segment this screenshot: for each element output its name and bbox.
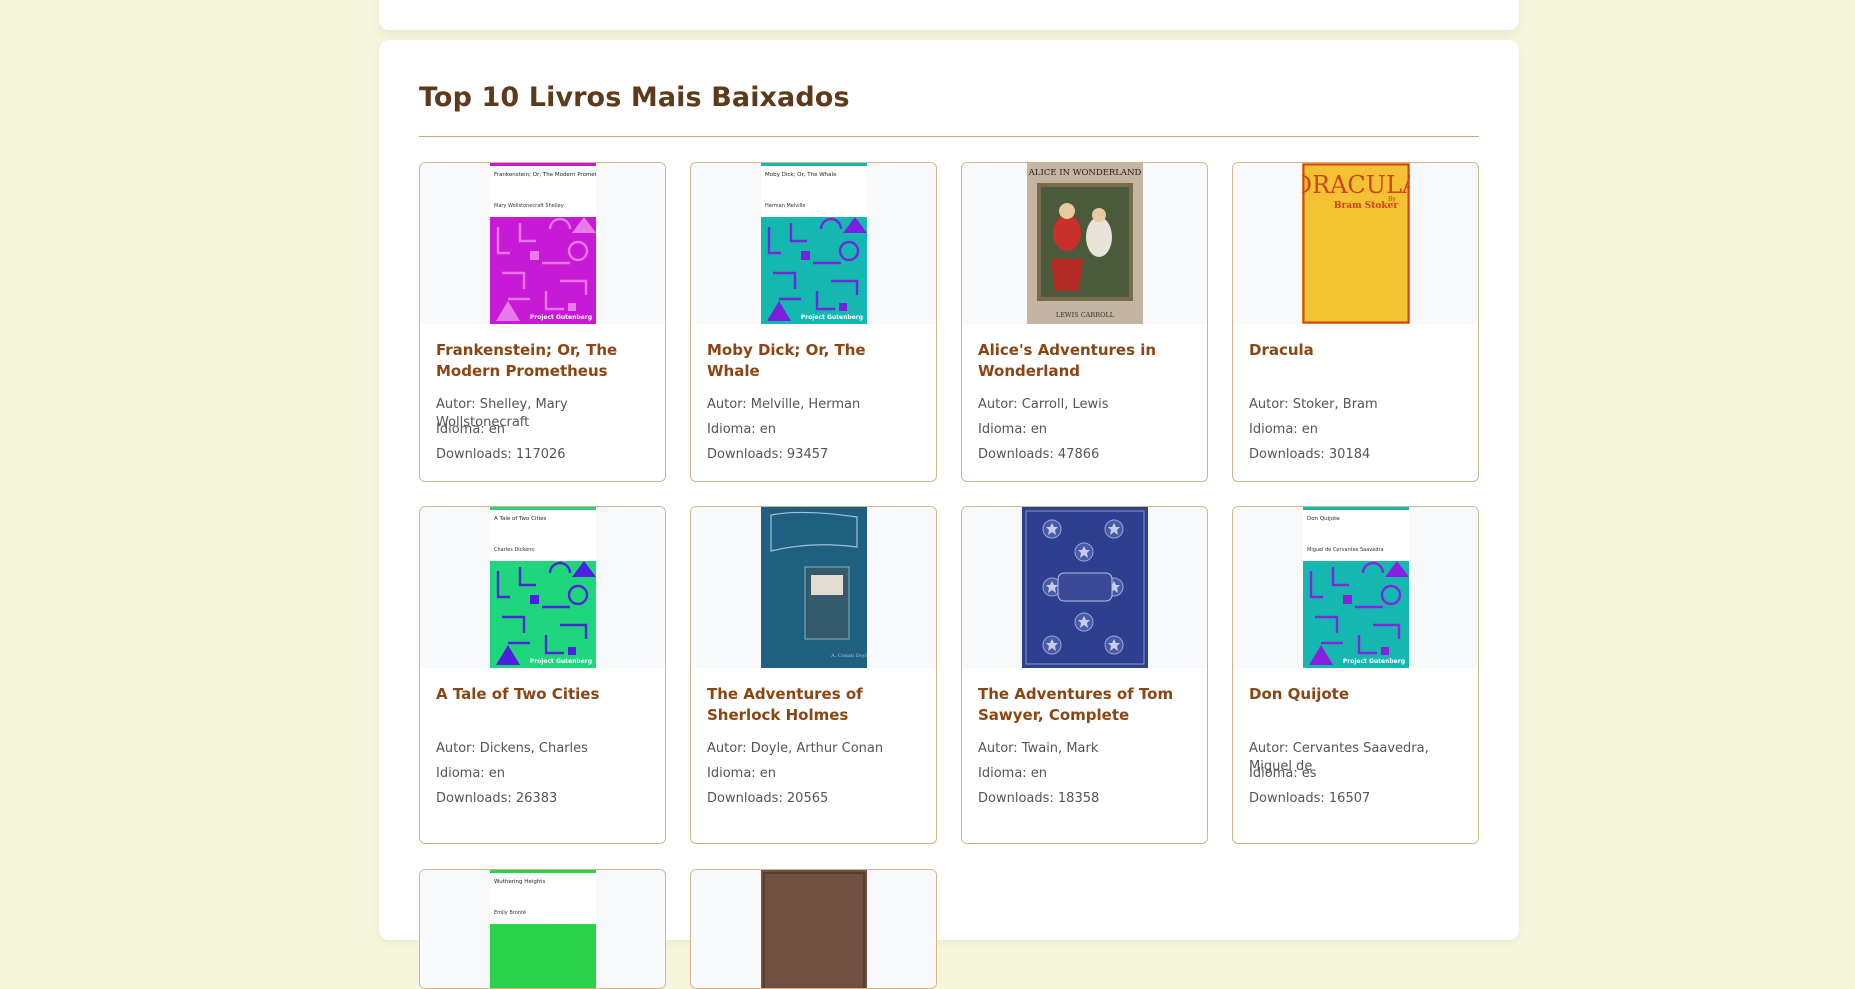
svg-text:Charles Dickens: Charles Dickens — [494, 547, 534, 553]
book-card[interactable]: Frankenstein; Or, The Modern Prometheus M… — [419, 162, 666, 482]
book-card[interactable]: The Adventures of Tom Sawyer, Complete Au… — [961, 506, 1208, 844]
book-card[interactable]: A Tale of Two Cities Charles Dickens Proje… — [419, 506, 666, 844]
book-title[interactable]: Don Quijote — [1249, 684, 1464, 705]
book-card[interactable]: ALICE IN WONDERLAND LEWIS CARROLL Alice's … — [961, 162, 1208, 482]
book-title[interactable]: Frankenstein; Or, The Modern Prometheus — [436, 340, 651, 382]
svg-text:Emily Brontë: Emily Brontë — [494, 910, 526, 916]
book-language: Idioma: en — [436, 422, 506, 437]
book-card[interactable]: Wuthering Heights Emily Brontë — [419, 869, 666, 989]
book-downloads: Downloads: 18358 — [978, 791, 1100, 806]
book-cover-image[interactable] — [760, 870, 867, 988]
svg-text:DRACULA: DRACULA — [1302, 171, 1410, 199]
book-language: Idioma: es — [1249, 766, 1317, 781]
book-language: Idioma: en — [978, 422, 1048, 437]
book-cover-image[interactable]: ALICE IN WONDERLAND LEWIS CARROLL — [1026, 163, 1143, 324]
book-card[interactable]: Don Quijote Miguel de Cervantes Saavedra P… — [1232, 506, 1479, 844]
book-card[interactable]: DRACULAByBram Stoker Dracula Autor: Stoker… — [1232, 162, 1479, 482]
book-cover-area: Moby Dick; Or, The Whale Herman Melville P… — [691, 163, 936, 324]
book-cover-area: DRACULAByBram Stoker — [1233, 163, 1478, 324]
book-title[interactable]: The Adventures of Sherlock Holmes — [707, 684, 922, 726]
svg-text:A. Conan Doyle: A. Conan Doyle — [830, 653, 867, 659]
svg-text:Wuthering Heights: Wuthering Heights — [494, 879, 545, 885]
book-downloads: Downloads: 47866 — [978, 447, 1100, 462]
book-cover-area: ALICE IN WONDERLAND LEWIS CARROLL — [962, 163, 1207, 324]
book-downloads: Downloads: 16507 — [1249, 791, 1371, 806]
book-downloads: Downloads: 117026 — [436, 447, 566, 462]
book-title[interactable]: Dracula — [1249, 340, 1464, 361]
book-author: Autor: Stoker, Bram — [1249, 397, 1378, 412]
book-cover-image[interactable]: Don Quijote Miguel de Cervantes Saavedra P… — [1302, 507, 1409, 668]
book-title[interactable]: Moby Dick; Or, The Whale — [707, 340, 922, 382]
book-cover-image[interactable]: A. Conan Doyle — [760, 507, 867, 668]
book-cover-area: A Tale of Two Cities Charles Dickens Proje… — [420, 507, 665, 668]
book-language: Idioma: en — [436, 766, 506, 781]
book-language: Idioma: en — [1249, 422, 1319, 437]
svg-text:Mary Wollstonecraft Shelley: Mary Wollstonecraft Shelley — [494, 203, 564, 209]
book-card[interactable]: Moby Dick; Or, The Whale Herman Melville P… — [690, 162, 937, 482]
book-author: Autor: Dickens, Charles — [436, 741, 588, 756]
book-cover-area: Frankenstein; Or, The Modern Prometheus M… — [420, 163, 665, 324]
section-title: Top 10 Livros Mais Baixados — [419, 82, 850, 113]
book-author: Autor: Carroll, Lewis — [978, 397, 1109, 412]
book-author: Autor: Melville, Herman — [707, 397, 861, 412]
book-cover-area: A. Conan Doyle — [691, 507, 936, 668]
book-author: Autor: Twain, Mark — [978, 741, 1099, 756]
svg-text:Bram Stoker: Bram Stoker — [1333, 201, 1397, 211]
book-title[interactable]: A Tale of Two Cities — [436, 684, 651, 705]
book-downloads: Downloads: 30184 — [1249, 447, 1371, 462]
book-cover-image[interactable]: Moby Dick; Or, The Whale Herman Melville P… — [760, 163, 867, 324]
book-cover-area: Don Quijote Miguel de Cervantes Saavedra P… — [1233, 507, 1478, 668]
svg-text:Project Gutenberg: Project Gutenberg — [1342, 658, 1404, 665]
svg-text:LEWIS CARROLL: LEWIS CARROLL — [1055, 311, 1114, 319]
book-downloads: Downloads: 20565 — [707, 791, 829, 806]
book-card[interactable] — [690, 869, 937, 989]
book-cover-area — [962, 507, 1207, 668]
svg-text:Project Gutenberg: Project Gutenberg — [529, 658, 591, 665]
book-card[interactable]: A. Conan Doyle The Adventures of Sherlock… — [690, 506, 937, 844]
book-cover-area — [691, 870, 936, 988]
svg-text:Miguel de Cervantes Saavedra: Miguel de Cervantes Saavedra — [1307, 547, 1384, 553]
book-cover-image[interactable]: DRACULAByBram Stoker — [1301, 163, 1410, 324]
book-author: Autor: Doyle, Arthur Conan — [707, 741, 884, 756]
svg-text:Moby Dick; Or, The Whale: Moby Dick; Or, The Whale — [765, 172, 837, 178]
svg-text:Project Gutenberg: Project Gutenberg — [529, 314, 591, 321]
book-language: Idioma: en — [707, 422, 777, 437]
book-cover-image[interactable]: Frankenstein; Or, The Modern Prometheus M… — [489, 163, 596, 324]
book-language: Idioma: en — [707, 766, 777, 781]
book-downloads: Downloads: 93457 — [707, 447, 829, 462]
top-panel — [379, 0, 1519, 30]
svg-text:ALICE IN WONDERLAND: ALICE IN WONDERLAND — [1027, 168, 1141, 178]
book-cover-image[interactable] — [1021, 507, 1148, 668]
svg-text:Herman Melville: Herman Melville — [765, 203, 805, 209]
book-cover-image[interactable]: A Tale of Two Cities Charles Dickens Proje… — [489, 507, 596, 668]
book-cover-area: Wuthering Heights Emily Brontë — [420, 870, 665, 988]
book-cover-image[interactable]: Wuthering Heights Emily Brontë — [489, 870, 596, 988]
svg-text:Project Gutenberg: Project Gutenberg — [800, 314, 862, 321]
svg-text:Frankenstein; Or, The Modern P: Frankenstein; Or, The Modern Prometheus — [494, 172, 596, 178]
svg-text:Don Quijote: Don Quijote — [1307, 516, 1340, 522]
top-books-section: Top 10 Livros Mais Baixados Frankenstein… — [379, 40, 1519, 989]
book-language: Idioma: en — [978, 766, 1048, 781]
book-title[interactable]: The Adventures of Tom Sawyer, Complete — [978, 684, 1193, 726]
book-title[interactable]: Alice's Adventures in Wonderland — [978, 340, 1193, 382]
svg-text:A Tale of Two Cities: A Tale of Two Cities — [494, 516, 547, 522]
section-divider — [419, 136, 1479, 137]
book-downloads: Downloads: 26383 — [436, 791, 558, 806]
